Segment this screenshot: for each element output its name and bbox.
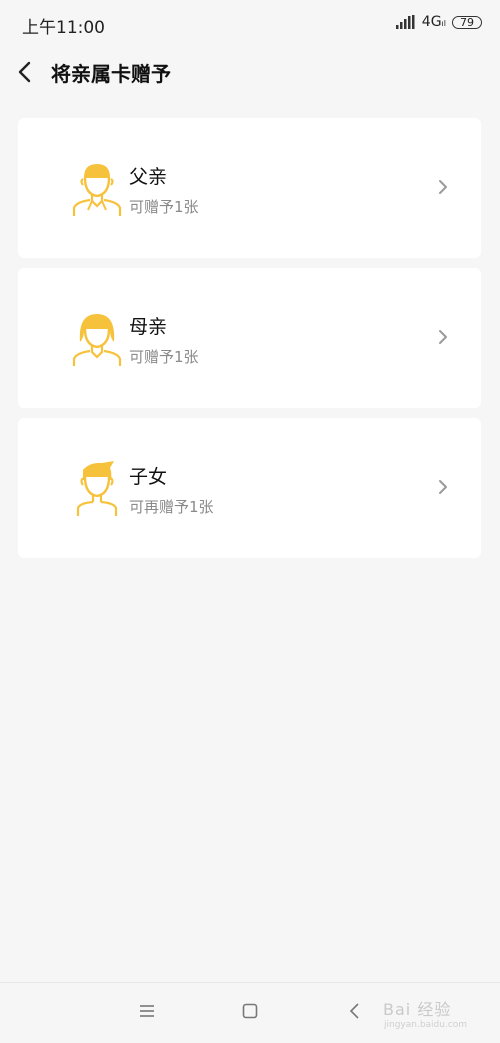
chevron-right-icon xyxy=(439,180,447,194)
menu-icon[interactable] xyxy=(139,1003,155,1019)
card-subtitle: 可再赠予1张 xyxy=(129,498,214,516)
back-nav-icon[interactable] xyxy=(348,1003,362,1019)
relative-card-mother[interactable]: 母亲 可赠予1张 xyxy=(18,268,481,408)
card-title: 母亲 xyxy=(129,316,168,338)
home-icon[interactable] xyxy=(242,1003,258,1019)
father-avatar-icon xyxy=(72,164,122,216)
chevron-right-icon xyxy=(439,330,447,344)
signal-icon xyxy=(395,15,415,29)
relative-card-child[interactable]: 子女 可再赠予1张 xyxy=(18,418,481,558)
back-button[interactable] xyxy=(14,58,38,86)
status-bar: 上午11:00 4Gıl 79 xyxy=(0,0,500,46)
battery-icon: 79 xyxy=(452,15,482,29)
child-avatar-icon xyxy=(76,461,118,516)
page-title: 将亲属卡赠予 xyxy=(51,62,171,86)
card-subtitle: 可赠予1张 xyxy=(129,348,199,366)
header: 将亲属卡赠予 xyxy=(0,52,500,92)
card-title: 子女 xyxy=(129,466,168,488)
status-time: 上午11:00 xyxy=(22,18,105,38)
chevron-right-icon xyxy=(439,480,447,494)
network-type: 4Gıl xyxy=(421,14,446,30)
mother-avatar-icon xyxy=(72,314,122,366)
watermark-logo: Bai 经验 xyxy=(383,1000,452,1019)
relative-card-father[interactable]: 父亲 可赠予1张 xyxy=(18,118,481,258)
card-subtitle: 可赠予1张 xyxy=(129,198,199,216)
status-indicators: 4Gıl 79 xyxy=(395,14,482,30)
card-title: 父亲 xyxy=(129,166,168,188)
watermark-url: jingyan.baidu.com xyxy=(384,1020,468,1030)
